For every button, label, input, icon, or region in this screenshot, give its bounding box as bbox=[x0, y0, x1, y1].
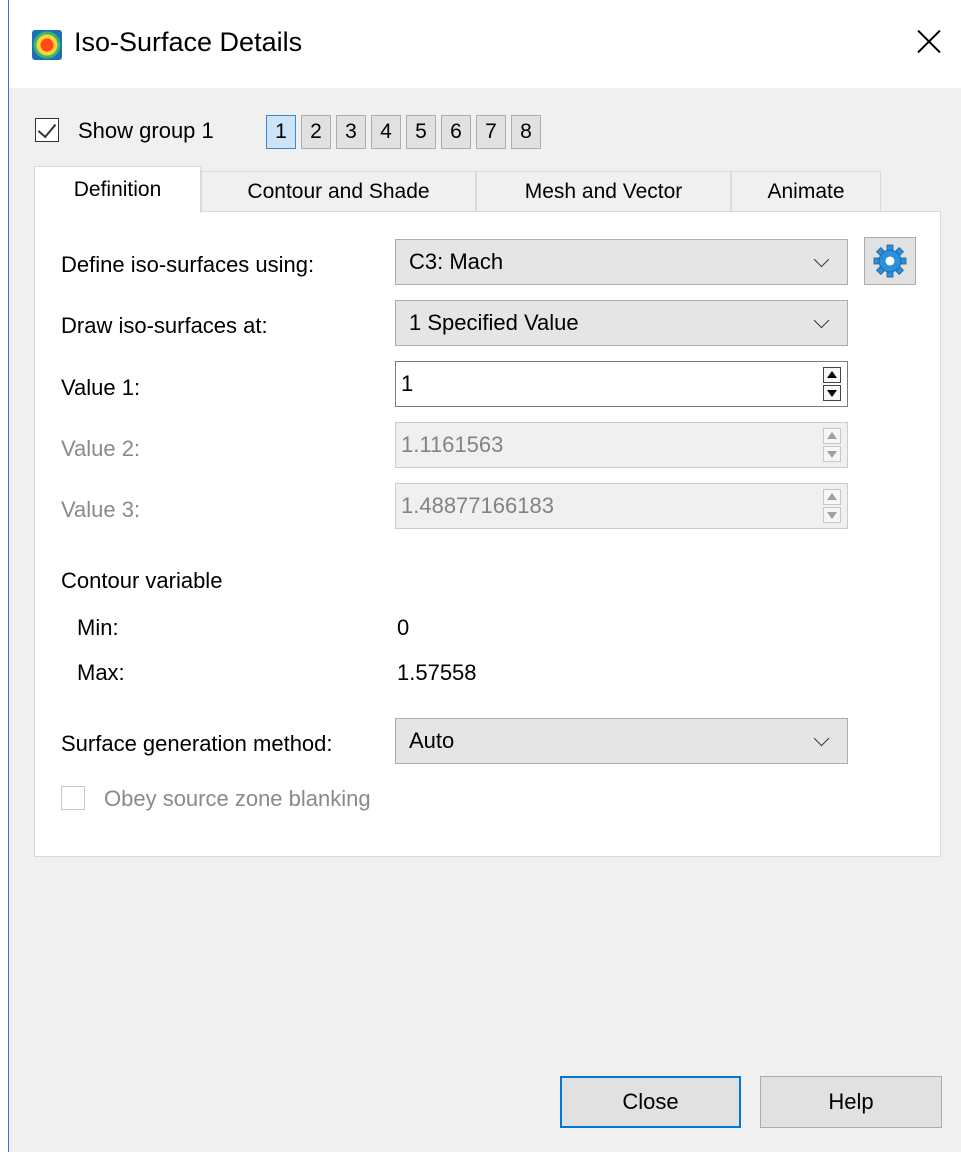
checkmark-icon bbox=[37, 118, 57, 139]
show-group-label: Show group 1 bbox=[78, 118, 214, 143]
spin-down-icon bbox=[823, 446, 841, 462]
dialog-title: Iso-Surface Details bbox=[74, 27, 303, 57]
close-button[interactable]: Close bbox=[560, 1076, 741, 1128]
value-1-text: 1 bbox=[401, 371, 414, 396]
tab-mesh-and-vector[interactable]: Mesh and Vector bbox=[476, 171, 731, 211]
help-button[interactable]: Help bbox=[760, 1076, 942, 1128]
tab-contour-and-shade[interactable]: Contour and Shade bbox=[201, 171, 476, 211]
chevron-down-icon bbox=[813, 251, 830, 268]
value-2-text: 1.1161563 bbox=[401, 432, 504, 457]
group-button-2[interactable]: 2 bbox=[301, 115, 331, 149]
spin-up-icon bbox=[823, 428, 841, 444]
value-2-spinbox: 1.1161563 bbox=[395, 422, 848, 468]
define-using-value: C3: Mach bbox=[409, 249, 504, 274]
value-1-spinner[interactable] bbox=[823, 367, 841, 401]
group-button-7[interactable]: 7 bbox=[476, 115, 506, 149]
gear-icon bbox=[873, 244, 907, 278]
spin-up-icon bbox=[823, 489, 841, 505]
iso-surface-dialog: Iso-Surface Details Show group 1 1 2 3 4… bbox=[9, 0, 961, 1152]
value-2-label: Value 2: bbox=[61, 436, 141, 461]
surface-method-select[interactable]: Auto bbox=[395, 718, 848, 764]
min-value: 0 bbox=[397, 615, 410, 640]
max-label: Max: bbox=[77, 660, 125, 685]
min-label: Min: bbox=[77, 615, 119, 640]
tab-definition[interactable]: Definition bbox=[34, 166, 201, 213]
group-button-3[interactable]: 3 bbox=[336, 115, 366, 149]
spin-down-icon[interactable] bbox=[823, 385, 841, 401]
define-using-select[interactable]: C3: Mach bbox=[395, 239, 848, 285]
spin-up-icon[interactable] bbox=[823, 367, 841, 383]
group-button-5[interactable]: 5 bbox=[406, 115, 436, 149]
define-using-label: Define iso-surfaces using: bbox=[61, 252, 315, 277]
close-icon[interactable] bbox=[914, 26, 944, 56]
group-button-8[interactable]: 8 bbox=[511, 115, 541, 149]
value-3-label: Value 3: bbox=[61, 497, 141, 522]
draw-at-value: 1 Specified Value bbox=[409, 310, 579, 335]
chevron-down-icon bbox=[813, 312, 830, 329]
value-2-spinner bbox=[823, 428, 841, 462]
value-3-spinbox: 1.48877166183 bbox=[395, 483, 848, 529]
surface-method-label: Surface generation method: bbox=[61, 731, 333, 756]
spin-down-icon bbox=[823, 507, 841, 523]
value-1-spinbox[interactable]: 1 bbox=[395, 361, 848, 407]
value-3-text: 1.48877166183 bbox=[401, 493, 554, 518]
title-bar: Iso-Surface Details bbox=[9, 0, 961, 88]
app-icon bbox=[32, 30, 62, 60]
settings-button[interactable] bbox=[864, 237, 916, 285]
contour-variable-heading: Contour variable bbox=[61, 568, 223, 593]
group-button-1[interactable]: 1 bbox=[266, 115, 296, 149]
draw-at-label: Draw iso-surfaces at: bbox=[61, 313, 268, 338]
max-value: 1.57558 bbox=[397, 660, 477, 685]
group-button-4[interactable]: 4 bbox=[371, 115, 401, 149]
value-3-spinner bbox=[823, 489, 841, 523]
group-button-6[interactable]: 6 bbox=[441, 115, 471, 149]
draw-at-select[interactable]: 1 Specified Value bbox=[395, 300, 848, 346]
obey-blanking-checkbox bbox=[61, 786, 85, 810]
surface-method-value: Auto bbox=[409, 728, 455, 753]
show-group-checkbox[interactable] bbox=[35, 118, 59, 142]
chevron-down-icon bbox=[813, 730, 830, 747]
obey-blanking-label: Obey source zone blanking bbox=[104, 786, 371, 811]
value-1-label: Value 1: bbox=[61, 375, 141, 400]
tab-animate[interactable]: Animate bbox=[731, 171, 881, 211]
